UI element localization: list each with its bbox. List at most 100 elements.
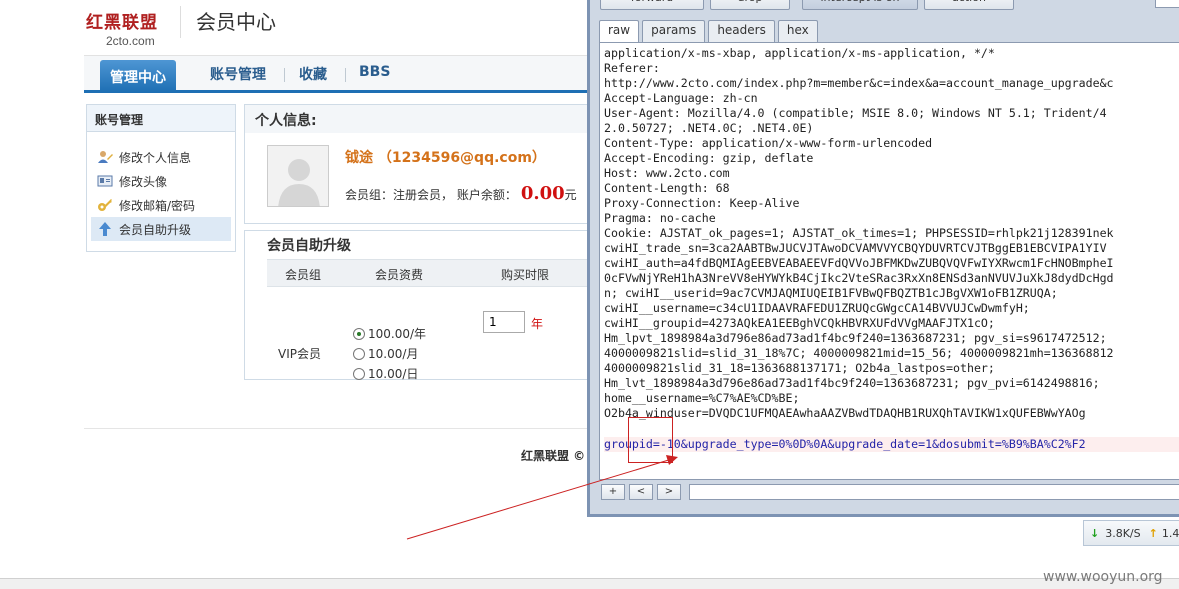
logo-domain: 2cto.com bbox=[106, 34, 155, 48]
purchase-term-unit: 年 bbox=[531, 317, 544, 331]
raw-header-line: Hm_lvt_1898984a3d796e86ad73ad1f4bc9f240=… bbox=[604, 376, 1100, 390]
fee-option-label: 10.00/日 bbox=[368, 367, 419, 381]
raw-header-line: Accept-Encoding: gzip, deflate bbox=[604, 151, 814, 165]
user-name: 钺途 （1234596@qq.com） bbox=[345, 150, 546, 166]
raw-header-line: O2b4a_winduser=DVQDC1UFMQAEAwhaAAZVBwdTD… bbox=[604, 406, 1086, 420]
key-icon bbox=[97, 198, 113, 212]
raw-header-line: 0cFVwNjYReH1hA3NreVV8eHYWYkB4CjIkc2VteSR… bbox=[604, 271, 1114, 285]
main-nav: 管理中心 账号管理 收藏 BBS bbox=[84, 55, 604, 93]
nav-account[interactable]: 账号管理 bbox=[210, 64, 266, 84]
fee-option-month[interactable]: 10.00/月 bbox=[353, 345, 418, 362]
search-bar: + < > bbox=[599, 484, 1179, 502]
request-body-line[interactable]: groupid=-10&upgrade_type=0%0D%0A&upgrade… bbox=[604, 437, 1179, 452]
upgrade-arrow-icon bbox=[97, 222, 113, 236]
request-view-tabs: raw params headers hex bbox=[599, 20, 821, 43]
annotation-highlight-box bbox=[628, 417, 673, 463]
raw-header-line: Referer: bbox=[604, 61, 660, 75]
logo-divider bbox=[180, 6, 181, 38]
radio-checked-icon[interactable] bbox=[353, 327, 365, 340]
next-button[interactable]: > bbox=[657, 484, 681, 500]
tab-params[interactable]: params bbox=[642, 20, 706, 42]
raw-header-line: Proxy-Connection: Keep-Alive bbox=[604, 196, 800, 210]
raw-header-line: http://www.2cto.com/index.php?m=member&c… bbox=[604, 76, 1114, 90]
raw-request-editor[interactable]: application/x-ms-xbap, application/x-ms-… bbox=[599, 42, 1179, 480]
watermark: www.wooyun.org bbox=[1043, 569, 1163, 585]
intercept-toggle-button[interactable]: intercept is on bbox=[802, 0, 918, 10]
tab-raw[interactable]: raw bbox=[599, 20, 640, 43]
window-control-box[interactable] bbox=[1155, 0, 1179, 8]
raw-header-line: cwiHI_auth=a4fdBQMIAgEEBVEABAEEVFdQVVoJB… bbox=[604, 256, 1114, 270]
raw-header-line: cwiHI_trade_sn=3ca2AABTBwJUCVJTAwoDCVAMV… bbox=[604, 241, 1107, 255]
radio-icon[interactable] bbox=[353, 347, 365, 360]
raw-header-line: application/x-ms-xbap, application/x-ms-… bbox=[604, 46, 995, 60]
page-title: 会员中心 bbox=[196, 10, 276, 34]
action-button[interactable]: action bbox=[924, 0, 1014, 10]
nav-separator bbox=[284, 68, 285, 82]
sidebar-title: 账号管理 bbox=[87, 105, 235, 132]
raw-header-line: Content-Type: application/x-www-form-url… bbox=[604, 136, 933, 150]
upgrade-table-header: 会员组 会员资费 购买时限 bbox=[267, 259, 589, 287]
network-speed-badge: ↓ 3.8K/S ↑ 1.4 bbox=[1083, 520, 1179, 546]
nav-bbs[interactable]: BBS bbox=[359, 64, 390, 80]
upload-speed: 1.4 bbox=[1161, 526, 1179, 540]
radio-icon[interactable] bbox=[353, 367, 365, 380]
personal-info-panel: 个人信息: 钺途 （1234596@qq.com） 会员组：注册会员， 账户余额… bbox=[244, 104, 588, 224]
download-speed: 3.8K/S bbox=[1105, 526, 1141, 540]
forward-button[interactable]: forward bbox=[600, 0, 704, 10]
user-edit-icon bbox=[97, 150, 113, 164]
fee-option-year[interactable]: 100.00/年 bbox=[353, 325, 426, 342]
search-input[interactable] bbox=[689, 484, 1179, 500]
fee-option-day[interactable]: 10.00/日 bbox=[353, 365, 418, 382]
avatar[interactable] bbox=[267, 145, 329, 207]
raw-header-line: cwiHI__username=c34cU1IDAAVRAFEDU1ZRUQcG… bbox=[604, 301, 1030, 315]
previous-button[interactable]: < bbox=[629, 484, 653, 500]
avatar-card-icon bbox=[97, 174, 113, 188]
user-group-balance: 会员组：注册会员， 账户余额： 0.00元 bbox=[345, 183, 577, 204]
column-purchase-term: 购买时限 bbox=[501, 268, 550, 282]
personal-info-heading: 个人信息: bbox=[245, 105, 587, 133]
tab-headers[interactable]: headers bbox=[708, 20, 775, 42]
raw-header-line: Content-Length: 68 bbox=[604, 181, 730, 195]
fee-option-label: 100.00/年 bbox=[368, 327, 427, 341]
logo-mark: 红黑联盟 bbox=[86, 13, 158, 33]
download-arrow-icon: ↓ bbox=[1090, 526, 1100, 540]
column-member-fee: 会员资费 bbox=[375, 268, 424, 282]
sidebar-item-avatar[interactable]: 修改头像 bbox=[97, 171, 231, 191]
upgrade-panel: 会员自助升级 会员组 会员资费 购买时限 VIP会员 100.00/年 10.0… bbox=[244, 230, 589, 382]
raw-header-line: Hm_lpvt_1898984a3d796e86ad73ad1f4bc9f240… bbox=[604, 331, 1107, 345]
user-group-label: 会员组：注册会员， 账户余额： bbox=[345, 188, 517, 202]
footer-copyright: 红黑联盟 © bbox=[521, 449, 586, 463]
sidebar-item-label: 修改个人信息 bbox=[119, 150, 192, 165]
intercept-tool-window: forward drop intercept is on action raw … bbox=[587, 0, 1179, 517]
raw-header-line: n; cwiHI__userid=9ac7CVMJAQMIUQEIB1FVBwQ… bbox=[604, 286, 1058, 300]
raw-header-line: 4000009821slid=slid_31_18%7C; 4000009821… bbox=[604, 346, 1114, 360]
account-balance: 0.00 bbox=[520, 183, 565, 204]
raw-header-line: Host: www.2cto.com bbox=[604, 166, 730, 180]
fee-option-label: 10.00/月 bbox=[368, 347, 419, 361]
raw-header-line: Accept-Language: zh-cn bbox=[604, 91, 758, 105]
tab-hex[interactable]: hex bbox=[777, 20, 818, 42]
balance-currency: 元 bbox=[564, 188, 577, 202]
sidebar-item-label: 会员自助升级 bbox=[119, 222, 192, 237]
raw-header-line: User-Agent: Mozilla/4.0 (compatible; MSI… bbox=[604, 106, 1107, 120]
sidebar-item-self-upgrade[interactable]: 会员自助升级 bbox=[91, 217, 231, 241]
column-member-group: 会员组 bbox=[285, 268, 322, 282]
nav-manage-center[interactable]: 管理中心 bbox=[100, 60, 176, 92]
member-group-value: VIP会员 bbox=[278, 347, 321, 361]
nav-favorites[interactable]: 收藏 bbox=[299, 64, 327, 84]
sidebar-item-label: 修改头像 bbox=[119, 174, 168, 189]
purchase-term-input[interactable]: 1 bbox=[483, 311, 525, 333]
raw-header-line: home__username=%C7%AE%CD%BE; bbox=[604, 391, 800, 405]
site-logo[interactable]: 红黑联盟 2cto.com bbox=[86, 8, 168, 48]
raw-header-line: cwiHI__groupid=4273AQkEA1EEBghVCQkHBVRXU… bbox=[604, 316, 995, 330]
drop-button[interactable]: drop bbox=[710, 0, 790, 10]
add-button[interactable]: + bbox=[601, 484, 625, 500]
sidebar-item-label: 修改邮箱/密码 bbox=[119, 198, 196, 213]
sidebar-item-edit-info[interactable]: 修改个人信息 bbox=[97, 147, 231, 167]
upload-arrow-icon: ↑ bbox=[1148, 526, 1158, 540]
sidebar-item-email-password[interactable]: 修改邮箱/密码 bbox=[97, 195, 231, 215]
taskbar-strip bbox=[0, 578, 1179, 589]
upgrade-heading: 会员自助升级 bbox=[267, 238, 351, 254]
raw-header-line: Pragma: no-cache bbox=[604, 211, 716, 225]
raw-header-line: Cookie: AJSTAT_ok_pages=1; AJSTAT_ok_tim… bbox=[604, 226, 1114, 240]
